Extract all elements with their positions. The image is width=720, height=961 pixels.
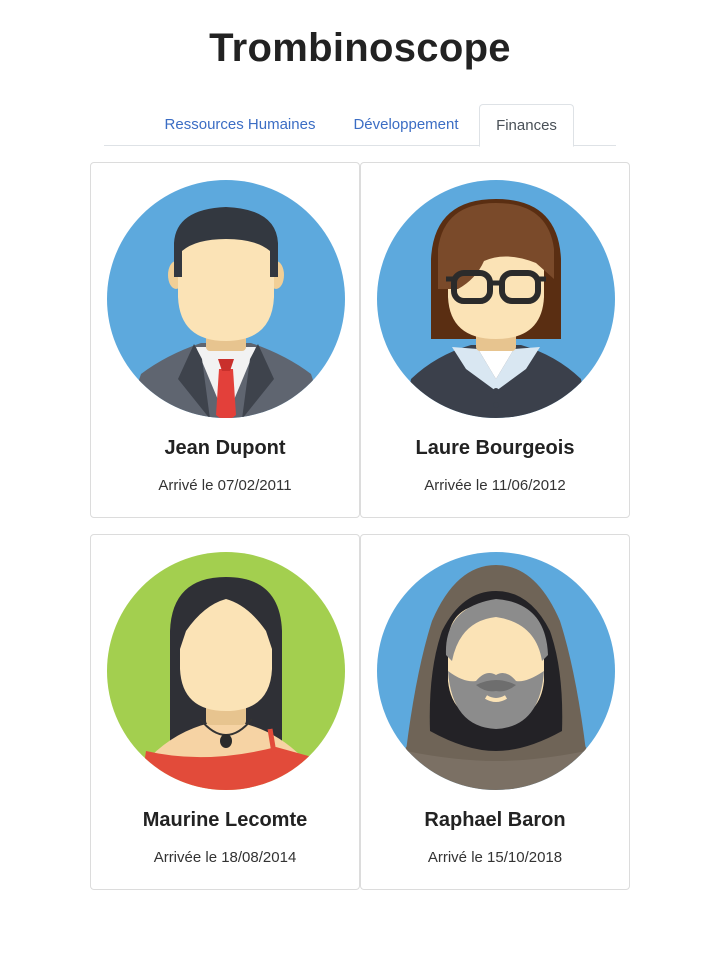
- arrival-date: Arrivée le 18/08/2014: [153, 849, 297, 866]
- person-card: Maurine Lecomte Arrivée le 18/08/2014: [90, 534, 360, 890]
- arrival-date: Arrivé le 07/02/2011: [158, 477, 292, 494]
- person-card: Raphael Baron Arrivé le 15/10/2018: [360, 534, 630, 890]
- department-tabs: Ressources Humaines Développement Financ…: [104, 104, 616, 147]
- woman-long-hair-icon: [106, 551, 346, 791]
- person-name: Maurine Lecomte: [142, 809, 308, 831]
- person-name: Jean Dupont: [164, 437, 286, 459]
- tab-developpement[interactable]: Développement: [338, 104, 474, 146]
- arrival-date: Arrivé le 15/10/2018: [427, 849, 563, 866]
- arrival-date: Arrivée le 11/06/2012: [424, 477, 566, 494]
- person-card: Laure Bourgeois Arrivée le 11/06/2012: [360, 162, 630, 518]
- tab-ressources-humaines[interactable]: Ressources Humaines: [152, 104, 328, 146]
- page-title: Trombinoscope: [209, 26, 511, 70]
- hooded-bearded-man-icon: [376, 551, 616, 791]
- man-suit-icon: [106, 179, 346, 419]
- tab-finances[interactable]: Finances: [479, 104, 574, 147]
- person-name: Laure Bourgeois: [415, 437, 575, 459]
- person-name: Raphael Baron: [424, 809, 566, 831]
- person-card: Jean Dupont Arrivé le 07/02/2011: [90, 162, 360, 518]
- woman-glasses-icon: [376, 179, 616, 419]
